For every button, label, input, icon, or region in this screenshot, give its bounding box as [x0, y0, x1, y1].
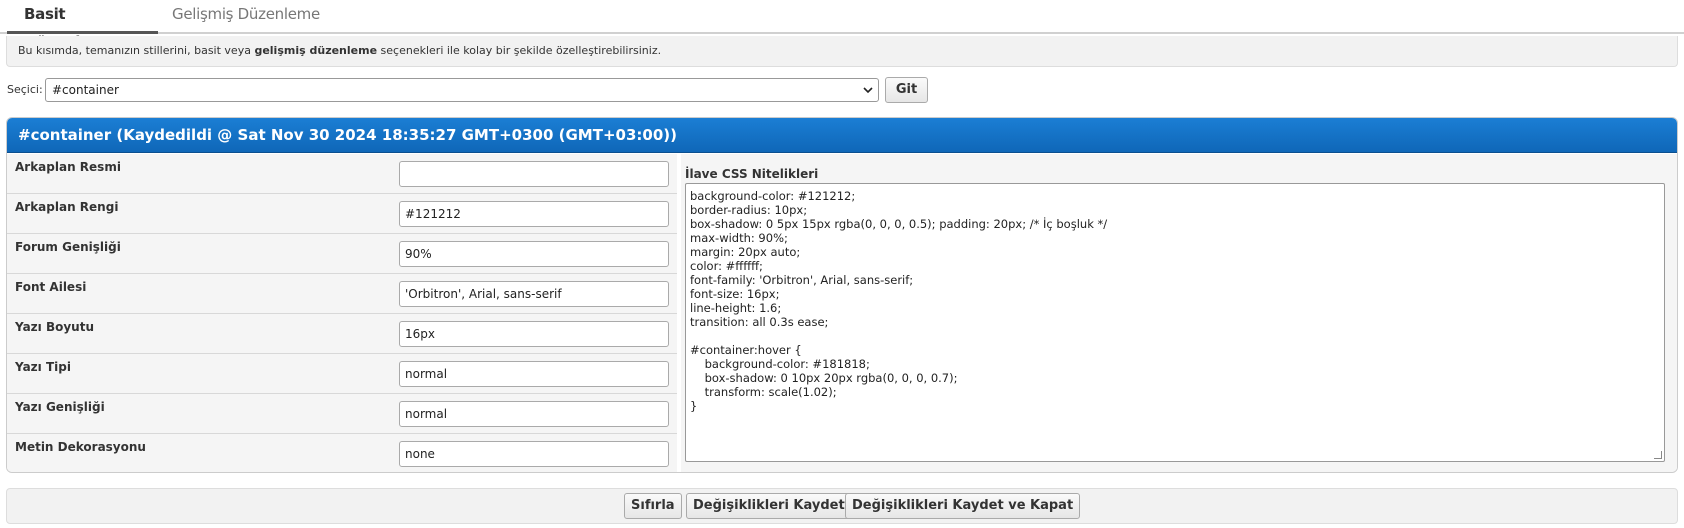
- property-label: Metin Dekorasyonu: [15, 440, 146, 454]
- text-decoration-input[interactable]: none: [399, 441, 669, 467]
- selector-label: Seçici:: [7, 83, 43, 96]
- property-row: Arkaplan Resmi: [7, 154, 677, 194]
- property-row: Yazı Tipi normal: [7, 354, 677, 394]
- property-rows: Arkaplan Resmi Arkaplan Rengi #121212 Fo…: [7, 154, 677, 472]
- tab-advanced-edit[interactable]: Gelişmiş Düzenleme: [155, 0, 337, 34]
- extra-css-text: background-color: #121212; border-radius…: [690, 189, 1108, 413]
- font-size-input[interactable]: 16px: [399, 321, 669, 347]
- selector-dropdown[interactable]: #container: [45, 78, 879, 102]
- font-style-input[interactable]: normal: [399, 361, 669, 387]
- property-row: Forum Genişliği 90%: [7, 234, 677, 274]
- property-label: Font Ailesi: [15, 280, 87, 294]
- go-button[interactable]: Git: [885, 77, 928, 103]
- info-text-before: Bu kısımda, temanızın stillerini, basit …: [18, 44, 255, 57]
- property-row: Yazı Boyutu 16px: [7, 314, 677, 354]
- extra-css-section: İlave CSS Nitelikleri background-color: …: [681, 154, 1677, 472]
- property-label: Forum Genişliği: [15, 240, 121, 254]
- property-label: Arkaplan Resmi: [15, 160, 121, 174]
- property-row: Arkaplan Rengi #121212: [7, 194, 677, 234]
- tab-basic-edit[interactable]: Basit Düzenleme: [7, 0, 158, 51]
- property-label: Yazı Tipi: [15, 360, 71, 374]
- info-text-bold: gelişmiş düzenleme: [254, 44, 378, 57]
- info-text-after: seçenekleri ile kolay bir şekilde özelle…: [377, 44, 662, 57]
- reset-button[interactable]: Sıfırla: [624, 493, 682, 519]
- property-label: Yazı Boyutu: [15, 320, 94, 334]
- forum-width-input[interactable]: 90%: [399, 241, 669, 267]
- save-button[interactable]: Değişiklikleri Kaydet: [686, 493, 852, 519]
- selector-value: #container: [52, 83, 119, 97]
- property-row: Font Ailesi 'Orbitron', Arial, sans-seri…: [7, 274, 677, 314]
- property-row: Metin Dekorasyonu none: [7, 434, 677, 472]
- chevron-down-icon: [863, 79, 873, 109]
- background-image-input[interactable]: [399, 161, 669, 187]
- resize-handle-icon[interactable]: [1654, 451, 1662, 459]
- property-label: Arkaplan Rengi: [15, 200, 119, 214]
- font-weight-input[interactable]: normal: [399, 401, 669, 427]
- editor-tabs: Basit Düzenleme Gelişmiş Düzenleme: [0, 0, 1684, 51]
- property-row: Yazı Genişliği normal: [7, 394, 677, 434]
- property-label: Yazı Genişliği: [15, 400, 105, 414]
- background-color-input[interactable]: #121212: [399, 201, 669, 227]
- save-and-close-button[interactable]: Değişiklikleri Kaydet ve Kapat: [845, 493, 1081, 519]
- action-bar: Sıfırla Değişiklikleri Kaydet Değişiklik…: [6, 488, 1678, 524]
- font-family-input[interactable]: 'Orbitron', Arial, sans-serif: [399, 281, 669, 307]
- style-panel: #container (Kaydedildi @ Sat Nov 30 2024…: [6, 117, 1678, 473]
- extra-css-textarea[interactable]: background-color: #121212; border-radius…: [685, 183, 1665, 462]
- extra-css-label: İlave CSS Nitelikleri: [685, 167, 819, 181]
- panel-title: #container (Kaydedildi @ Sat Nov 30 2024…: [7, 118, 1677, 153]
- info-bar: Bu kısımda, temanızın stillerini, basit …: [6, 36, 1678, 67]
